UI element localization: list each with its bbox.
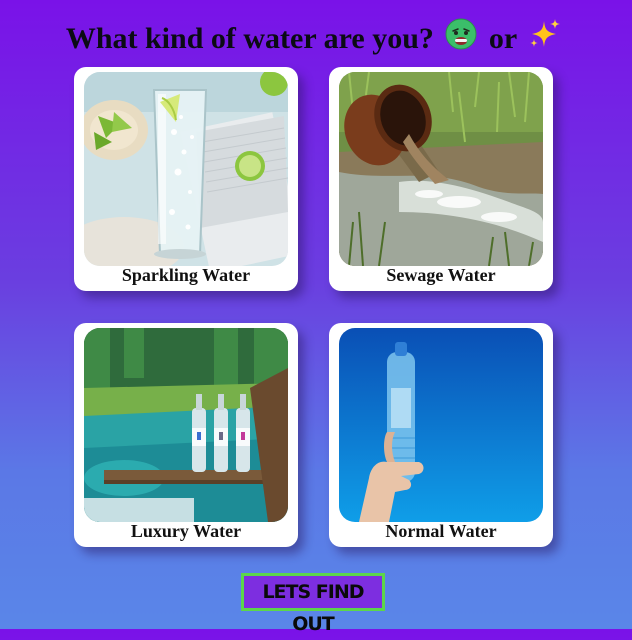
sick-face-emoji-icon <box>445 18 477 60</box>
water-bottle-hand-photo <box>339 328 543 522</box>
luxury-water-bottles-photo <box>84 328 288 522</box>
card-label: Normal Water <box>385 521 497 541</box>
card-label: Sewage Water <box>386 265 496 285</box>
sparkles-emoji-icon <box>528 18 562 60</box>
sewage-pipe-photo <box>339 72 543 266</box>
card-label: Sparkling Water <box>121 265 251 285</box>
card-label: Luxury Water <box>130 521 242 541</box>
title-or-text: or <box>488 22 517 55</box>
option-card-luxury-water[interactable]: Luxury Water <box>74 323 298 547</box>
option-card-sparkling-water[interactable]: Sparkling Water <box>74 67 298 291</box>
sparkling-water-glass-photo <box>84 72 288 266</box>
option-card-normal-water[interactable]: Normal Water <box>329 323 553 547</box>
lets-find-out-button[interactable]: LETS FIND OUT <box>241 573 385 635</box>
page-title: What kind of water are you? or <box>0 18 632 62</box>
title-text: What kind of water are you? <box>65 22 434 55</box>
option-card-sewage-water[interactable]: Sewage Water <box>329 67 553 291</box>
